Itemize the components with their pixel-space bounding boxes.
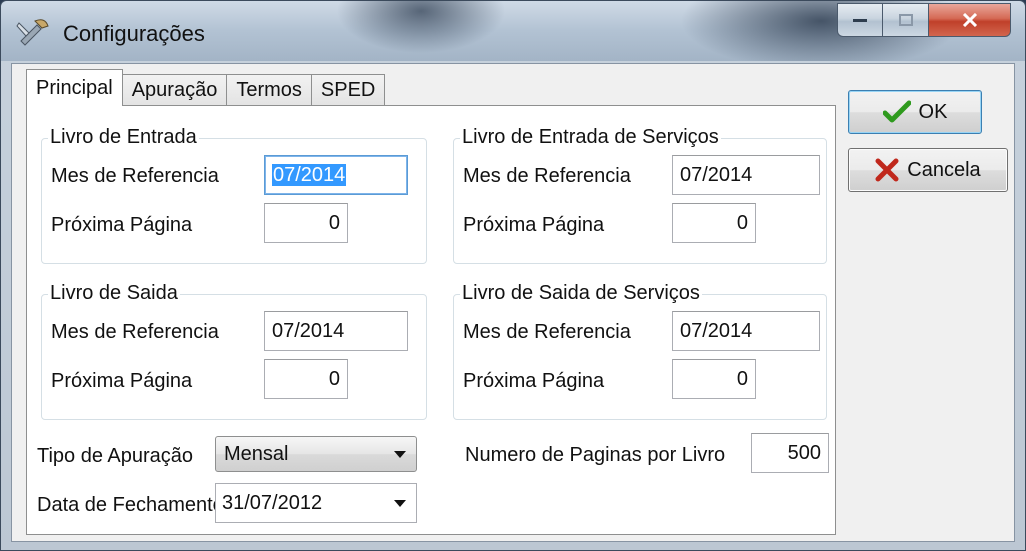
tipo-apuracao-select[interactable]: Mensal xyxy=(215,436,417,472)
window-title: Configurações xyxy=(63,21,205,46)
tab-sped[interactable]: SPED xyxy=(310,74,386,106)
cancela-button[interactable]: Cancela xyxy=(848,148,1008,192)
data-fechamento-picker[interactable]: 31/07/2012 xyxy=(215,483,417,523)
dialog-client-area: Principal Apuração Termos SPED Livro de … xyxy=(11,63,1015,542)
x-cancel-icon xyxy=(875,158,899,182)
group-title: Livro de Saida xyxy=(48,282,180,305)
chevron-down-icon xyxy=(394,451,406,458)
maximize-icon xyxy=(898,14,913,26)
proxima-pagina-label: Próxima Página xyxy=(51,214,193,236)
livro-saida-servicos-mes-input[interactable]: 07/2014 xyxy=(672,311,820,351)
close-button[interactable] xyxy=(929,3,1011,37)
group-livro-entrada-servicos: Livro de Entrada de Serviços Mes de Refe… xyxy=(453,126,827,264)
livro-saida-servicos-pagina-input[interactable]: 0 xyxy=(672,359,756,399)
data-fechamento-value: 31/07/2012 xyxy=(222,492,323,514)
group-livro-saida-servicos: Livro de Saida de Serviços Mes de Refere… xyxy=(453,282,827,420)
minimize-button[interactable] xyxy=(837,3,883,37)
mes-referencia-label: Mes de Referencia xyxy=(463,321,631,343)
mes-referencia-label: Mes de Referencia xyxy=(51,321,219,343)
paginas-por-livro-input[interactable]: 500 xyxy=(751,433,829,473)
tipo-apuracao-value: Mensal xyxy=(224,443,289,465)
checkmark-icon xyxy=(882,100,911,124)
ok-label: OK xyxy=(918,100,948,123)
livro-entrada-pagina-input[interactable]: 0 xyxy=(264,203,348,243)
close-icon xyxy=(962,13,977,27)
chevron-down-icon[interactable] xyxy=(394,500,406,507)
group-livro-entrada: Livro de Entrada Mes de Referencia 07/20… xyxy=(41,126,427,264)
configuracoes-window: Configurações Principal Apuração Termos … xyxy=(0,0,1026,551)
tipo-apuracao-label: Tipo de Apuração xyxy=(37,445,194,467)
group-title: Livro de Saida de Serviços xyxy=(460,282,702,305)
tab-termos[interactable]: Termos xyxy=(226,74,312,106)
livro-entrada-servicos-pagina-input[interactable]: 0 xyxy=(672,203,756,243)
livro-entrada-mes-input[interactable]: 07/2014 xyxy=(264,155,408,195)
group-title: Livro de Entrada de Serviços xyxy=(460,126,721,149)
tab-apuracao[interactable]: Apuração xyxy=(121,74,228,106)
title-bar[interactable]: Configurações xyxy=(1,1,1025,61)
proxima-pagina-label: Próxima Página xyxy=(463,214,605,236)
cancela-label: Cancela xyxy=(907,158,981,181)
livro-entrada-servicos-mes-input[interactable]: 07/2014 xyxy=(672,155,820,195)
livro-saida-pagina-input[interactable]: 0 xyxy=(264,359,348,399)
tab-panel-principal: Livro de Entrada Mes de Referencia 07/20… xyxy=(26,105,836,535)
maximize-button[interactable] xyxy=(883,3,929,37)
paginas-por-livro-label: Numero de Paginas por Livro xyxy=(465,444,726,466)
group-livro-saida: Livro de Saida Mes de Referencia 07/2014… xyxy=(41,282,427,420)
tools-icon xyxy=(15,17,51,47)
data-fechamento-label: Data de Fechamento xyxy=(37,494,224,516)
tab-principal[interactable]: Principal xyxy=(26,69,123,106)
caption-buttons xyxy=(837,3,1011,39)
mes-referencia-label: Mes de Referencia xyxy=(463,165,631,187)
proxima-pagina-label: Próxima Página xyxy=(463,370,605,392)
livro-saida-mes-input[interactable]: 07/2014 xyxy=(264,311,408,351)
minimize-icon xyxy=(853,19,867,22)
mes-referencia-label: Mes de Referencia xyxy=(51,165,219,187)
proxima-pagina-label: Próxima Página xyxy=(51,370,193,392)
ok-button[interactable]: OK xyxy=(848,90,982,134)
tab-strip: Principal Apuração Termos SPED xyxy=(26,68,386,106)
group-title: Livro de Entrada xyxy=(48,126,199,149)
